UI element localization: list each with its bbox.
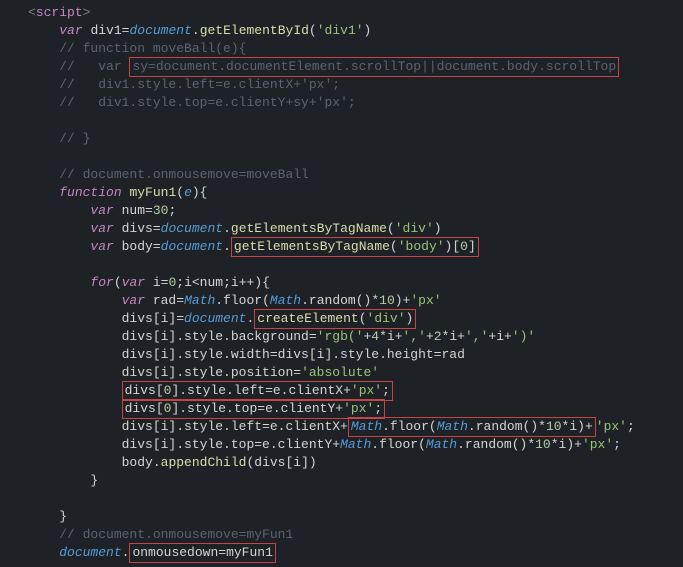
- highlight-box: divs[0].style.top=e.clientY+'px';: [122, 399, 386, 419]
- highlight-box: onmousedown=myFun1: [129, 543, 275, 563]
- code-line: for(var i=0;i<num;i++){: [28, 274, 683, 292]
- code-line: // document.onmousemove=myFun1: [28, 526, 683, 544]
- code-line: var div1=document.getElementById('div1'): [28, 22, 683, 40]
- code-line: divs[0].style.left=e.clientX+'px';: [28, 382, 683, 400]
- code-line: document.onmousedown=myFun1: [28, 544, 683, 562]
- code-line: [28, 256, 683, 274]
- code-line: body.appendChild(divs[i]): [28, 454, 683, 472]
- code-line: // div1.style.left=e.clientX+'px';: [28, 76, 683, 94]
- code-editor[interactable]: <script> var div1=document.getElementByI…: [28, 4, 683, 562]
- code-line: divs[i].style.top=e.clientY+Math.floor(M…: [28, 436, 683, 454]
- highlight-box: sy=document.documentElement.scrollTop||d…: [129, 57, 619, 77]
- code-line: divs[i].style.width=divs[i].style.height…: [28, 346, 683, 364]
- code-line: // document.onmousemove=moveBall: [28, 166, 683, 184]
- code-line: divs[i].style.left=e.clientX+Math.floor(…: [28, 418, 683, 436]
- code-line: var divs=document.getElementsByTagName('…: [28, 220, 683, 238]
- code-line: }: [28, 508, 683, 526]
- code-line: var num=30;: [28, 202, 683, 220]
- code-line: divs[i].style.background='rgb('+4*i+','+…: [28, 328, 683, 346]
- code-line: var body=document.getElementsByTagName('…: [28, 238, 683, 256]
- code-line: divs[0].style.top=e.clientY+'px';: [28, 400, 683, 418]
- highlight-box: Math.floor(Math.random()*10*i)+: [348, 417, 596, 437]
- code-line: // }: [28, 130, 683, 148]
- code-line: // var sy=document.documentElement.scrol…: [28, 58, 683, 76]
- code-line: [28, 490, 683, 508]
- code-line: divs[i]=document.createElement('div'): [28, 310, 683, 328]
- code-line: // div1.style.top=e.clientY+sy+'px';: [28, 94, 683, 112]
- code-line: var rad=Math.floor(Math.random()*10)+'px…: [28, 292, 683, 310]
- code-line: divs[i].style.position='absolute': [28, 364, 683, 382]
- code-line: }: [28, 472, 683, 490]
- code-line: [28, 112, 683, 130]
- code-line: [28, 148, 683, 166]
- code-line: function myFun1(e){: [28, 184, 683, 202]
- highlight-box: createElement('div'): [254, 309, 416, 329]
- highlight-box: getElementsByTagName('body')[0]: [231, 237, 479, 257]
- code-line: // function moveBall(e){: [28, 40, 683, 58]
- highlight-box: divs[0].style.left=e.clientX+'px';: [122, 381, 393, 401]
- code-line: <script>: [28, 4, 683, 22]
